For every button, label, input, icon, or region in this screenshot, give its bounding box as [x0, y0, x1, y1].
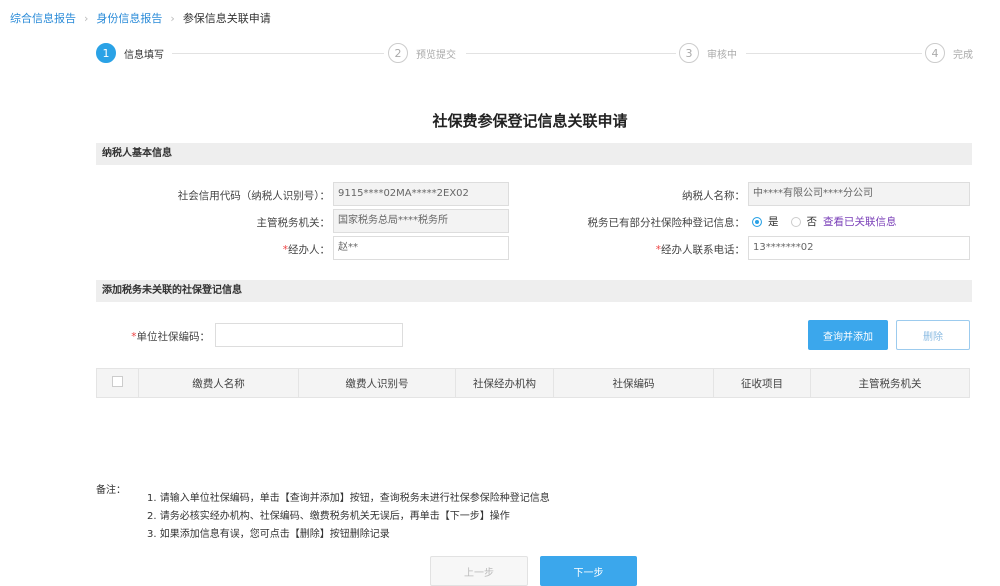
note-item: 1. 请输入单位社保编码，单击【查询并添加】按钮，查询税务未进行社保参保险种登记…: [147, 493, 550, 504]
column-header: 社保编码: [553, 368, 714, 398]
step-connector: [746, 53, 922, 54]
phone-input[interactable]: 13*******02: [748, 236, 970, 260]
phone-label: *经办人联系电话：: [655, 244, 745, 256]
note-item: 2. 请务必核实经办机构、社保编码、缴费税务机关无误后，再单击【下一步】操作: [147, 511, 510, 522]
section-header-taxpayer: 纳税人基本信息: [96, 143, 972, 165]
breadcrumb-separator: ›: [84, 11, 89, 25]
step-1: 1 信息填写: [96, 43, 164, 63]
step-4: 4 完成: [925, 43, 973, 63]
table-header-row: 缴费人名称 缴费人识别号 社保经办机构 社保编码 征收项目 主管税务机关: [96, 368, 970, 398]
step-label: 审核中: [707, 49, 737, 61]
taxpayer-name-field: 中****有限公司****分公司: [748, 182, 970, 206]
tax-authority-field: 国家税务总局****税务所: [333, 209, 509, 233]
page-title: 社保费参保登记信息关联申请: [432, 112, 628, 130]
radio-no-label: 否: [806, 216, 818, 228]
credit-code-field: 9115****02MA*****2EX02: [333, 182, 509, 206]
step-connector: [466, 53, 676, 54]
column-header: 缴费人识别号: [298, 368, 456, 398]
note-item: 3. 如果添加信息有误，您可点击【删除】按钮删除记录: [147, 529, 390, 540]
unit-code-input[interactable]: [215, 323, 403, 347]
radio-yes[interactable]: [752, 216, 762, 227]
breadcrumb-separator: ›: [170, 11, 175, 25]
step-number: 4: [925, 43, 945, 63]
column-header: 社保经办机构: [455, 368, 554, 398]
step-label: 完成: [953, 49, 973, 61]
column-header: 主管税务机关: [810, 368, 970, 398]
breadcrumb-link[interactable]: 综合信息报告: [10, 10, 76, 26]
column-header: 征收项目: [713, 368, 811, 398]
step-label: 预览提交: [416, 49, 456, 61]
step-connector: [172, 53, 384, 54]
section-header-add: 添加税务未关联的社保登记信息: [96, 280, 972, 302]
breadcrumb-link[interactable]: 身份信息报告: [96, 10, 162, 26]
delete-button[interactable]: 删除: [896, 320, 970, 350]
step-label: 信息填写: [124, 49, 164, 61]
column-header: 缴费人名称: [138, 368, 299, 398]
credit-code-label: 社会信用代码（纳税人识别号）：: [177, 190, 330, 202]
step-3: 3 审核中: [679, 43, 743, 63]
step-2: 2 预览提交: [388, 43, 462, 63]
radio-no[interactable]: [790, 216, 801, 227]
prev-step-button[interactable]: 上一步: [430, 556, 528, 586]
tax-authority-label: 主管税务机关：: [256, 217, 331, 229]
query-add-button[interactable]: 查询并添加: [808, 320, 888, 350]
handler-label: *经办人：: [282, 244, 330, 256]
notes-title: 备注：: [96, 485, 126, 496]
taxpayer-name-label: 纳税人名称：: [682, 190, 745, 202]
registered-radio-group: 是 否 查看已关联信息: [752, 214, 897, 229]
select-all-checkbox[interactable]: [96, 368, 139, 398]
registered-label: 税务已有部分社保险种登记信息：: [587, 217, 746, 229]
breadcrumb: 综合信息报告 › 身份信息报告 › 参保信息关联申请: [10, 10, 271, 26]
records-table: 缴费人名称 缴费人识别号 社保经办机构 社保编码 征收项目 主管税务机关: [96, 368, 970, 398]
breadcrumb-current: 参保信息关联申请: [182, 12, 271, 25]
step-number: 3: [679, 43, 699, 63]
view-linked-info-link[interactable]: 查看已关联信息: [823, 214, 897, 229]
step-number: 1: [96, 43, 116, 63]
handler-input[interactable]: 赵**: [333, 236, 509, 260]
notes-list: 1. 请输入单位社保编码，单击【查询并添加】按钮，查询税务未进行社保参保险种登记…: [147, 490, 550, 544]
next-step-button[interactable]: 下一步: [540, 556, 637, 586]
step-number: 2: [388, 43, 408, 63]
unit-code-label: *单位社保编码：: [131, 331, 210, 343]
radio-yes-label: 是: [768, 216, 779, 228]
